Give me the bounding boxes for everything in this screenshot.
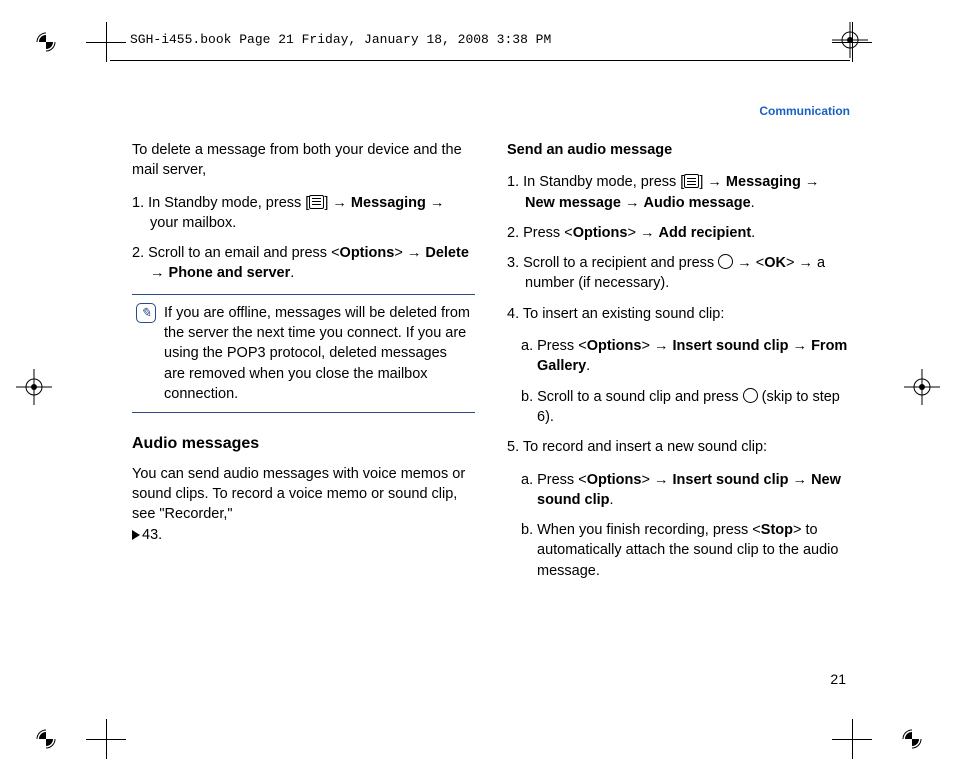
registration-mark-icon <box>904 369 940 405</box>
page-content: To delete a message from both your devic… <box>132 140 850 591</box>
crop-mark <box>86 719 126 759</box>
header-rule <box>110 60 850 61</box>
triangle-icon <box>132 530 140 540</box>
registration-mark-icon <box>832 22 868 58</box>
circle-button-icon <box>718 254 733 269</box>
registration-mark-icon <box>28 721 64 757</box>
r-step-5: 5. To record and insert a new sound clip… <box>507 437 850 457</box>
r-step-3: 3. Scroll to a recipient and press → <OK… <box>507 253 850 294</box>
audio-paragraph: You can send audio messages with voice m… <box>132 464 475 545</box>
left-column: To delete a message from both your devic… <box>132 140 475 591</box>
registration-mark-icon <box>16 369 52 405</box>
registration-mark-icon <box>28 24 64 60</box>
delete-intro: To delete a message from both your devic… <box>132 140 475 181</box>
r-step-5b: b. When you finish recording, press <Sto… <box>507 520 850 581</box>
registration-mark-icon <box>894 721 930 757</box>
crop-mark <box>86 22 126 62</box>
step-1: 1. In Standby mode, press [] → Messaging… <box>132 193 475 234</box>
r-step-4a: a. Press <Options> → Insert sound clip →… <box>507 336 850 377</box>
crop-mark <box>832 719 872 759</box>
section-label: Communication <box>759 104 850 118</box>
step-2: 2. Scroll to an email and press <Options… <box>132 243 475 284</box>
header-filename: SGH-i455.book Page 21 Friday, January 18… <box>130 32 551 47</box>
send-audio-heading: Send an audio message <box>507 140 850 160</box>
r-step-2: 2. Press <Options> → Add recipient. <box>507 223 850 243</box>
note-text: If you are offline, messages will be del… <box>164 303 471 404</box>
r-step-1: 1. In Standby mode, press [] → Messaging… <box>507 172 850 213</box>
audio-messages-heading: Audio messages <box>132 433 475 455</box>
r-step-5a: a. Press <Options> → Insert sound clip →… <box>507 470 850 511</box>
right-column: Send an audio message 1. In Standby mode… <box>507 140 850 591</box>
menu-icon <box>684 174 699 188</box>
menu-icon <box>309 195 324 209</box>
note-box: ✎ If you are offline, messages will be d… <box>132 294 475 413</box>
note-icon: ✎ <box>136 303 156 323</box>
page-number: 21 <box>830 671 846 687</box>
r-step-4b: b. Scroll to a sound clip and press (ski… <box>507 387 850 428</box>
r-step-4: 4. To insert an existing sound clip: <box>507 304 850 324</box>
circle-button-icon <box>743 388 758 403</box>
